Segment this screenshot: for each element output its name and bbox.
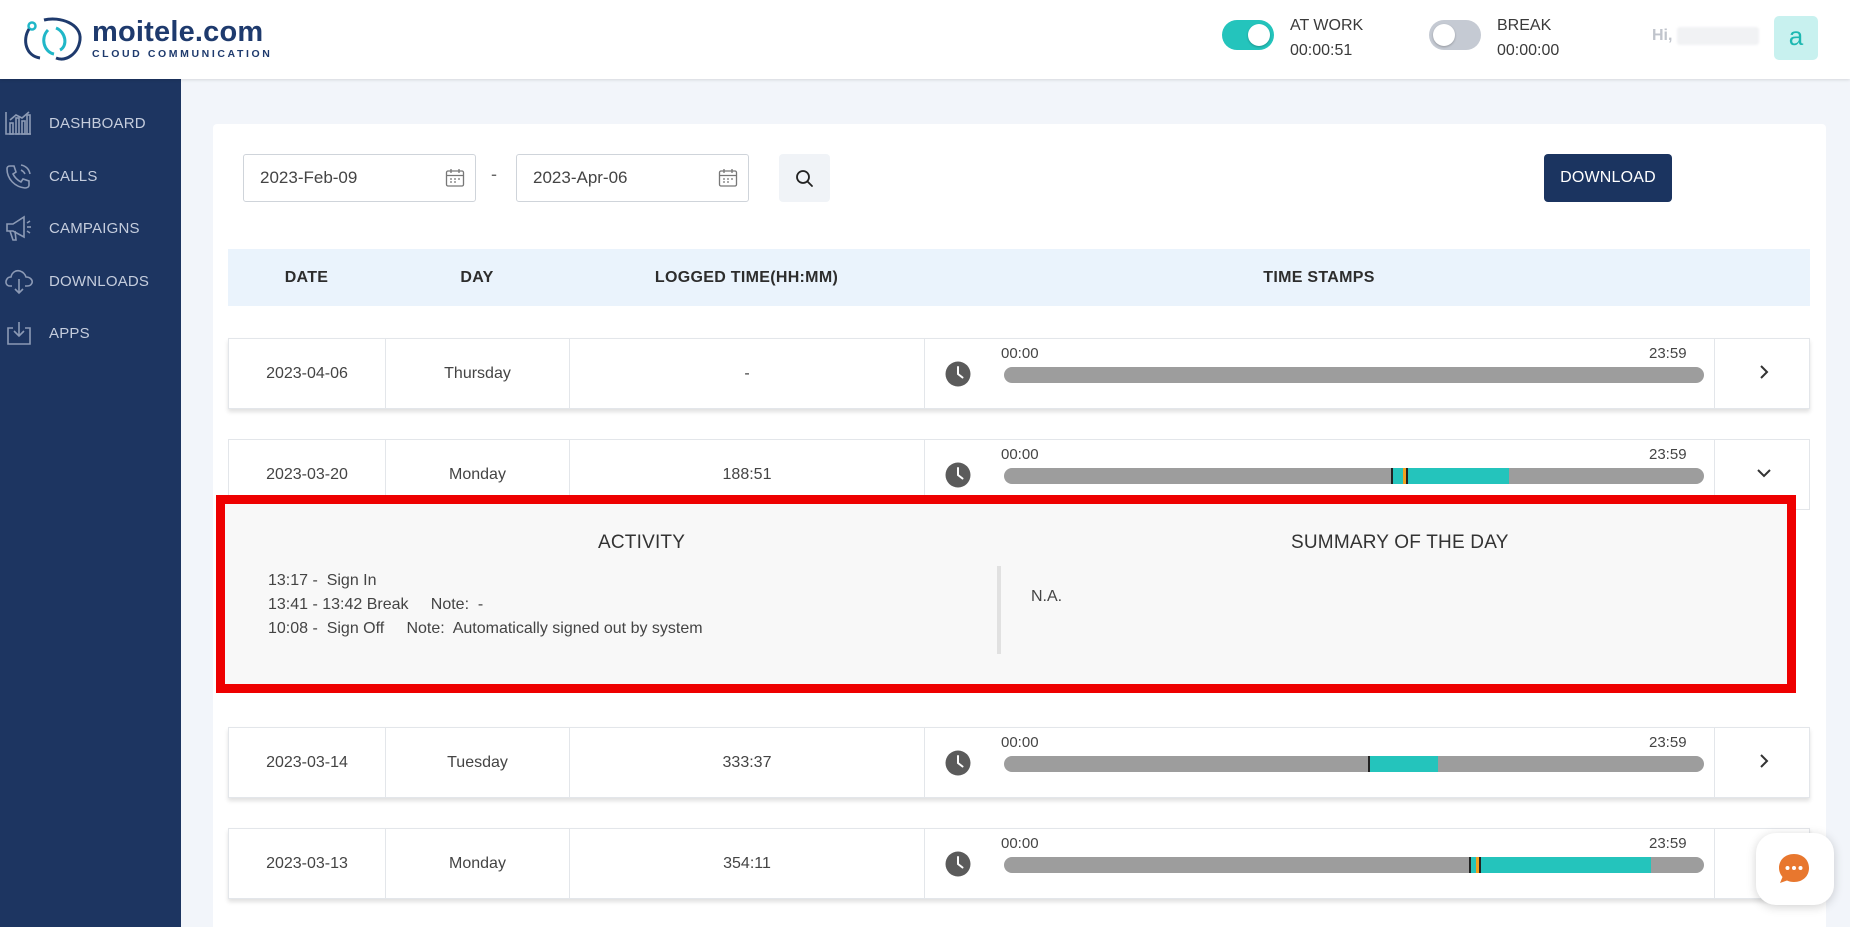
brand-logo[interactable]: moitele.com CLOUD COMMUNICATION xyxy=(22,14,272,64)
summary-title: SUMMARY OF THE DAY xyxy=(1291,532,1509,553)
timeline-bar xyxy=(1004,756,1704,772)
row-day: Monday xyxy=(386,440,570,509)
logo-mark-icon xyxy=(22,14,90,64)
sidebar-item-dashboard[interactable]: DASHBOARD xyxy=(0,103,181,143)
column-header-date[interactable]: DATE xyxy=(228,249,385,306)
column-header-logged-time[interactable]: LOGGED TIME(HH:MM) xyxy=(569,249,924,306)
activity-entry: 13:17 - Sign In xyxy=(268,572,377,589)
table-row[interactable]: 2023-03-13 Monday 354:11 00:00 23:59 xyxy=(228,828,1810,899)
table-header: DATE DAY LOGGED TIME(HH:MM) TIME STAMPS xyxy=(228,249,1810,306)
chevron-right-icon[interactable] xyxy=(1755,752,1773,770)
break-status: BREAK 00:00:00 xyxy=(1497,13,1559,63)
activity-entry: 13:41 - 13:42 Break Note: - xyxy=(268,596,484,613)
sidebar-item-label: CAMPAIGNS xyxy=(49,219,140,237)
row-logged-time: 188:51 xyxy=(570,440,925,509)
activity-title: ACTIVITY xyxy=(598,532,686,553)
row-logged-time: - xyxy=(570,339,925,408)
break-toggle[interactable] xyxy=(1429,20,1481,50)
day-detail-panel: ACTIVITY 13:17 - Sign In 13:41 - 13:42 B… xyxy=(216,495,1796,693)
bar-chart-icon xyxy=(5,111,31,135)
row-date: 2023-03-20 xyxy=(229,440,386,509)
summary-text: N.A. xyxy=(1031,588,1063,605)
search-icon xyxy=(796,170,813,187)
avatar[interactable]: a xyxy=(1774,16,1818,60)
calendar-icon[interactable] xyxy=(445,168,465,188)
sidebar-item-label: CALLS xyxy=(49,167,98,185)
to-date-input[interactable]: 2023-Apr-06 xyxy=(516,154,749,202)
from-date-input[interactable]: 2023-Feb-09 xyxy=(243,154,476,202)
tray-download-icon xyxy=(7,322,31,345)
timeline-bar xyxy=(1004,857,1704,873)
phone-icon xyxy=(6,164,31,189)
sidebar-item-calls[interactable]: CALLS xyxy=(0,156,181,196)
timeline-end-label: 23:59 xyxy=(1649,446,1687,463)
timeline-work-segment xyxy=(1481,857,1651,873)
timeline-work-segment xyxy=(1408,468,1509,484)
at-work-timer: 00:00:51 xyxy=(1290,42,1353,59)
row-logged-time: 354:11 xyxy=(570,829,925,898)
row-day: Thursday xyxy=(386,339,570,408)
table-row[interactable]: 2023-03-14 Tuesday 333:37 00:00 23:59 xyxy=(228,727,1810,798)
at-work-label: AT WORK xyxy=(1290,17,1364,34)
timeline-work-segment xyxy=(1393,468,1403,484)
megaphone-icon xyxy=(6,215,31,241)
timeline-end-label: 23:59 xyxy=(1649,835,1687,852)
sidebar-item-label: DOWNLOADS xyxy=(49,272,150,290)
chevron-right-icon[interactable] xyxy=(1755,363,1773,381)
table-row[interactable]: 2023-04-06 Thursday - 00:00 23:59 xyxy=(228,338,1810,409)
clock-icon xyxy=(945,851,971,877)
sidebar-item-label: DASHBOARD xyxy=(49,114,146,132)
row-day: Tuesday xyxy=(386,728,570,797)
timeline-start-label: 00:00 xyxy=(1001,734,1039,751)
timeline-bar xyxy=(1004,367,1704,383)
brand-name: moitele.com xyxy=(92,16,264,49)
column-header-time-stamps[interactable]: TIME STAMPS xyxy=(924,249,1714,306)
sidebar-item-downloads[interactable]: DOWNLOADS xyxy=(0,261,181,301)
user-greeting: Hi, xyxy=(1652,27,1759,45)
chevron-down-icon[interactable] xyxy=(1755,464,1773,482)
chat-button[interactable] xyxy=(1756,833,1834,905)
redacted-username xyxy=(1676,27,1759,45)
row-logged-time: 333:37 xyxy=(570,728,925,797)
timeline-end-label: 23:59 xyxy=(1649,345,1687,362)
clock-icon xyxy=(945,750,971,776)
row-date: 2023-04-06 xyxy=(229,339,386,408)
sidebar-item-campaigns[interactable]: CAMPAIGNS xyxy=(0,208,181,248)
cloud-download-icon xyxy=(5,269,33,295)
to-date-value: 2023-Apr-06 xyxy=(533,168,628,187)
detail-divider xyxy=(997,566,1001,654)
timeline-work-segment xyxy=(1370,756,1438,772)
row-day: Monday xyxy=(386,829,570,898)
top-header: moitele.com CLOUD COMMUNICATION AT WORK … xyxy=(0,0,1850,79)
date-range-separator: - xyxy=(491,164,497,184)
timeline-bar xyxy=(1004,468,1704,484)
timeline-end-label: 23:59 xyxy=(1649,734,1687,751)
break-label: BREAK xyxy=(1497,17,1552,34)
row-date: 2023-03-13 xyxy=(229,829,386,898)
at-work-status: AT WORK 00:00:51 xyxy=(1290,13,1363,63)
clock-icon xyxy=(945,361,971,387)
timeline-start-label: 00:00 xyxy=(1001,835,1039,852)
chat-bubble-icon xyxy=(1779,854,1809,883)
row-date: 2023-03-14 xyxy=(229,728,386,797)
from-date-value: 2023-Feb-09 xyxy=(260,168,358,187)
break-timer: 00:00:00 xyxy=(1497,42,1560,59)
activity-entry: 10:08 - Sign Off Note: Automatically sig… xyxy=(268,620,703,637)
sidebar-item-label: APPS xyxy=(49,324,90,342)
sidebar-item-apps[interactable]: APPS xyxy=(0,313,181,353)
at-work-toggle[interactable] xyxy=(1222,20,1274,50)
greeting-text: Hi, xyxy=(1652,27,1673,45)
clock-icon xyxy=(945,462,971,488)
timeline-start-label: 00:00 xyxy=(1001,446,1039,463)
calendar-icon[interactable] xyxy=(718,168,738,188)
brand-tagline: CLOUD COMMUNICATION xyxy=(92,48,273,61)
download-button[interactable]: DOWNLOAD xyxy=(1544,154,1672,202)
table-row[interactable]: 2023-03-20 Monday 188:51 00:00 23:59 xyxy=(228,439,1810,510)
timeline-start-label: 00:00 xyxy=(1001,345,1039,362)
search-button[interactable] xyxy=(779,154,830,202)
sidebar: DASHBOARD CALLS CAMPAIGNS DOWNLOADS APPS xyxy=(0,79,181,927)
column-header-day[interactable]: DAY xyxy=(385,249,569,306)
